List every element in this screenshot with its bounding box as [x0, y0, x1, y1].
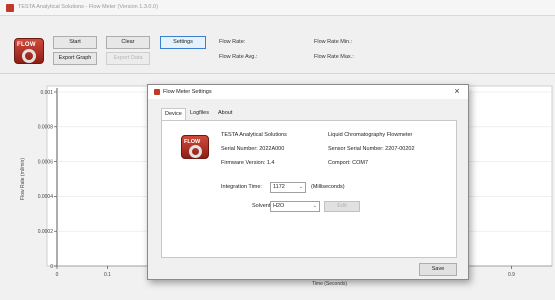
start-button[interactable]: Start — [53, 36, 97, 49]
solvent-label: Solvent: — [252, 203, 272, 209]
tab-logfiles[interactable]: Logfiles — [187, 108, 212, 120]
dialog-flow-logo: FLOW — [181, 135, 209, 159]
y-axis-title: Flow Rate (ml/min) — [20, 158, 26, 200]
toolbar: FLOW Start Clear Settings Export Graph E… — [0, 16, 555, 74]
integration-time-value: 1172 — [273, 184, 285, 190]
save-button[interactable]: Save — [419, 263, 457, 276]
edit-solvent-button[interactable]: Edit — [324, 201, 360, 212]
device-panel: FLOW TESTA Analytical Solutions Liquid C… — [161, 120, 457, 258]
clear-button[interactable]: Clear — [106, 36, 150, 49]
settings-button[interactable]: Settings — [160, 36, 206, 49]
y-tick-label: 0 — [50, 264, 53, 270]
y-tick-label: 0.0004 — [38, 194, 54, 200]
product-name: Liquid Chromatography Flowmeter — [328, 132, 413, 138]
serial-number: Serial Number: 2022A000 — [221, 146, 285, 152]
app-icon — [6, 4, 14, 12]
integration-time-label: Integration Time: — [221, 184, 262, 190]
export-graph-button[interactable]: Export Graph — [53, 52, 97, 65]
flow-logo: FLOW — [14, 38, 44, 64]
sensor-serial-number: Sensor Serial Number: 2207-00202 — [328, 146, 415, 152]
y-tick-label: 0.0008 — [38, 125, 54, 131]
y-tick-label: 0.0002 — [38, 229, 54, 235]
x-tick-label: 0.1 — [104, 272, 111, 278]
flow-rate-avg-label: Flow Rate Avg.: — [219, 54, 258, 60]
dialog-title: Flow Meter Settings — [163, 89, 212, 95]
firmware-version: Firmware Version: 1.4 — [221, 160, 275, 166]
settings-dialog: Flow Meter Settings × Device Logfiles Ab… — [147, 84, 469, 280]
tab-about[interactable]: About — [215, 108, 235, 120]
logo-ring-icon — [22, 49, 36, 63]
dialog-titlebar: Flow Meter Settings × — [148, 85, 468, 99]
x-tick-label: 0.9 — [508, 272, 515, 278]
flow-rate-min-label: Flow Rate Min.: — [314, 39, 353, 45]
flow-rate-label: Flow Rate: — [219, 39, 246, 45]
dialog-logo-ring-icon — [189, 145, 202, 158]
integration-time-unit: (Milliseconds) — [311, 184, 345, 190]
window-titlebar: TESTA Analytical Solutions - Flow Meter … — [0, 0, 555, 16]
solvent-select[interactable]: H2O ⌄ — [270, 201, 320, 212]
window-title: TESTA Analytical Solutions - Flow Meter … — [18, 4, 158, 10]
chevron-down-icon: ⌄ — [298, 184, 303, 190]
dialog-logo-text: FLOW — [184, 139, 201, 145]
y-tick-label: 0.001 — [40, 90, 53, 96]
dialog-app-icon — [154, 89, 160, 95]
logo-text: FLOW — [17, 42, 36, 48]
flow-rate-max-label: Flow Rate Max.: — [314, 54, 354, 60]
solvent-value: H2O — [273, 203, 285, 209]
comport: Comport: COM7 — [328, 160, 369, 166]
y-tick-label: 0.0006 — [38, 159, 54, 165]
chevron-down-icon: ⌄ — [312, 203, 317, 209]
x-axis-title: Time (Seconds) — [312, 281, 347, 287]
integration-time-select[interactable]: 1172 ⌄ — [270, 182, 306, 193]
company-name: TESTA Analytical Solutions — [221, 132, 287, 138]
export-data-button[interactable]: Export Data — [106, 52, 150, 65]
close-icon[interactable]: × — [452, 86, 462, 97]
x-tick-label: 0 — [56, 272, 59, 278]
